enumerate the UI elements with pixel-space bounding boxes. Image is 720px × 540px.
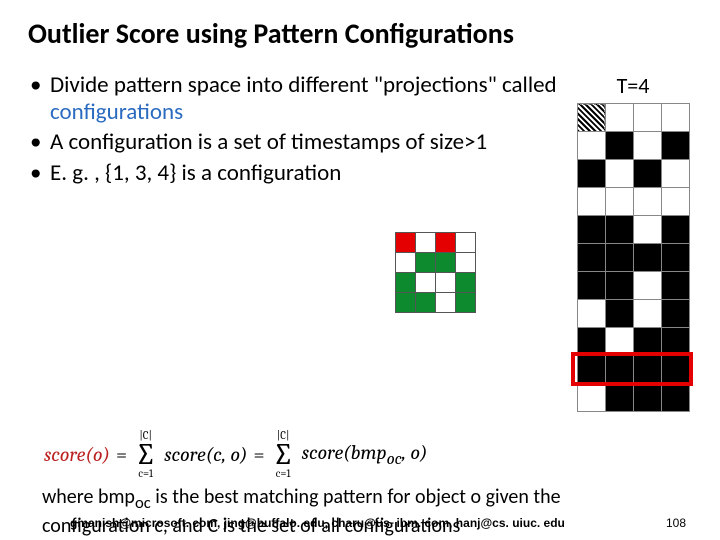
footer: gmanish@microsoft. com, jing@buffalo. ed… bbox=[0, 516, 720, 530]
sigma-icon: ∑ bbox=[135, 441, 156, 468]
sum2-bot: c=1 bbox=[276, 468, 291, 479]
formula-sum-1: |C| ∑ c=1 bbox=[135, 430, 156, 479]
bullet-1: Divide pattern space into different "pro… bbox=[28, 72, 566, 125]
sum1-bot: c=1 bbox=[138, 468, 153, 479]
bullet-list: Divide pattern space into different "pro… bbox=[28, 72, 574, 412]
t-label: T=4 bbox=[574, 72, 692, 99]
bullet-3: E. g. , {1, 3, 4} is a configuration bbox=[28, 160, 566, 186]
caption-sub: oc bbox=[135, 493, 151, 513]
footer-emails: gmanish@microsoft. com, jing@buffalo. ed… bbox=[70, 516, 565, 530]
formula-rhs: score(bmpoc, o) bbox=[302, 441, 428, 469]
caption-a: where bmp bbox=[42, 485, 135, 509]
formula-rhs-sub: oc bbox=[387, 450, 402, 469]
formula-sum-2: |C| ∑ c=1 bbox=[273, 430, 294, 479]
formula-mid: score(c, o) bbox=[164, 443, 247, 466]
page-number: 108 bbox=[666, 516, 686, 530]
highlight-box bbox=[571, 352, 693, 386]
formula-lhs: score(o) bbox=[44, 443, 110, 466]
formula-eq2: = bbox=[253, 443, 264, 466]
formula-rhs-a: score(bmp bbox=[302, 441, 387, 464]
bullet-1-keyword: configurations bbox=[50, 98, 183, 126]
bullet-2: A configuration is a set of timestamps o… bbox=[28, 129, 566, 155]
formula-eq1: = bbox=[116, 443, 127, 466]
sigma-icon: ∑ bbox=[273, 441, 294, 468]
formula-caption: where bmpoc is the best matching pattern… bbox=[42, 485, 582, 539]
slide-title: Outlier Score using Pattern Configuratio… bbox=[28, 18, 692, 50]
bullet-1-text-a: Divide pattern space into different "pro… bbox=[50, 71, 557, 99]
score-formula: score(o) = |C| ∑ c=1 score(c, o) = |C| ∑… bbox=[44, 430, 692, 479]
mini-grid-wrap bbox=[395, 232, 476, 313]
slide: Outlier Score using Pattern Configuratio… bbox=[0, 0, 720, 540]
formula-rhs-b: , o) bbox=[402, 441, 428, 464]
mini-grid bbox=[395, 232, 476, 313]
